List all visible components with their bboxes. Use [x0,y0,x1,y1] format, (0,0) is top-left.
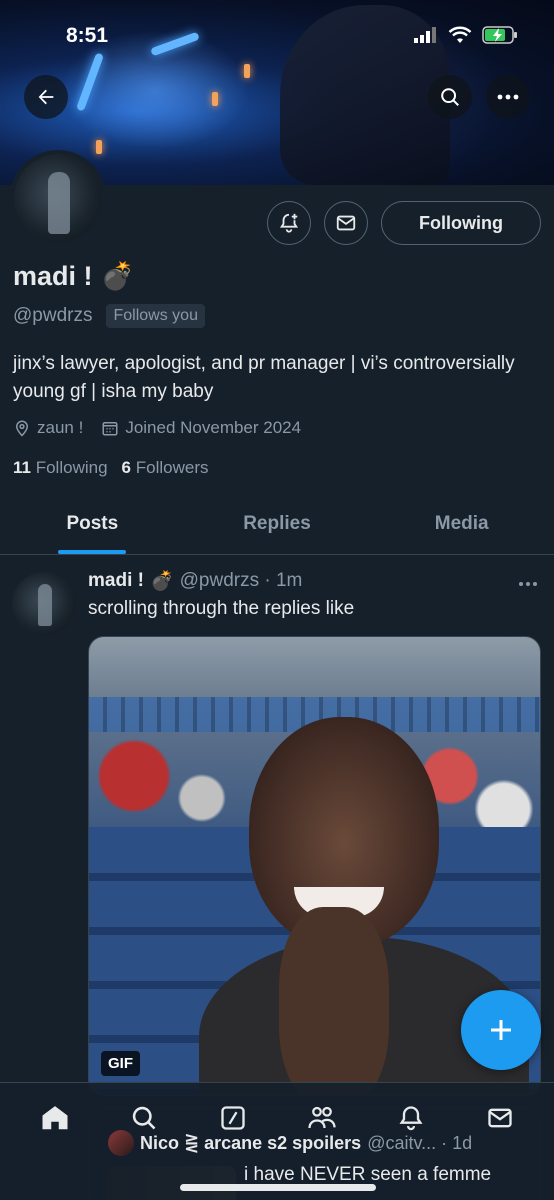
message-button[interactable] [324,201,368,245]
next-post-text: i have NEVER seen a femme [244,1164,492,1185]
compose-grok-icon [220,1106,245,1130]
search-icon [132,1106,155,1130]
nav-messages[interactable] [483,1101,517,1135]
back-button[interactable] [24,75,68,119]
following-stat[interactable]: 11 Following [13,458,108,478]
profile-avatar[interactable] [10,150,106,246]
status-icons [414,26,518,44]
communities-icon [307,1106,336,1129]
following-button[interactable]: Following [381,201,541,245]
avatar-figure [38,584,52,626]
bomb-emoji: 💣 [149,571,174,592]
following-count: 11 [13,458,31,477]
followers-count: 6 [121,458,131,477]
compose-fab-button[interactable] [461,990,541,1070]
followers-label: Followers [135,458,209,477]
bomb-emoji: 💣 [100,261,135,291]
person-hand [279,907,389,1095]
follows-you-badge: Follows you [106,304,205,328]
search-button[interactable] [428,75,472,119]
messages-icon [487,1108,512,1128]
post-avatar[interactable] [12,572,76,636]
tab-media[interactable]: Media [369,494,554,554]
bell-plus-icon [279,213,299,233]
nav-home[interactable] [38,1101,72,1135]
location-item: zaun ! [13,418,83,438]
post-handle-time: @pwdrzs · 1m [179,570,303,591]
display-name-text: madi ! [13,260,93,291]
wifi-icon [448,26,472,43]
tab-posts[interactable]: Posts [0,494,185,554]
handle-row: @pwdrzs Follows you [13,304,205,328]
post-author-name[interactable]: madi ! [88,570,144,592]
joined-text: Joined November 2024 [125,418,302,437]
more-button[interactable] [486,75,530,119]
gif-badge: GIF [101,1051,140,1076]
plus-icon [491,1020,511,1040]
profile-bio: jinx’s lawyer, apologist, and pr manager… [13,353,515,402]
next-post-avatar[interactable] [108,1130,134,1156]
profile-handle: @pwdrzs [13,305,93,326]
back-arrow-icon [38,89,54,105]
post-more-button[interactable] [518,570,538,593]
home-icon [42,1106,67,1130]
envelope-icon [336,215,356,231]
next-post-author[interactable]: Nico ⋛ arcane s2 spoilers [140,1133,361,1154]
post-text: scrolling through the replies like [88,598,355,619]
more-dots-icon [497,94,519,100]
banner-candle [212,92,218,106]
battery-charging-icon [482,26,517,44]
location-pin-icon [15,420,29,437]
status-time: 8:51 [66,24,109,47]
status-bar: 8:51 [0,20,554,54]
notifications-icon [398,1106,423,1131]
following-label: Following [35,458,108,477]
profile-display-name: madi ! 💣 [13,260,134,292]
signal-icon [414,27,436,43]
profile-tabs: Posts Replies Media [0,494,554,555]
avatar-figure [48,172,70,234]
tab-replies[interactable]: Replies [185,494,370,554]
next-post-header: Nico ⋛ arcane s2 spoilers @caitv... · 1d [108,1130,472,1156]
banner-candle [244,64,250,78]
profile-meta: zaun ! Joined November 2024 [13,418,301,438]
next-post-handle-time: @caitv... · 1d [367,1132,473,1153]
calendar-icon [102,422,118,436]
post-header: madi ! 💣 @pwdrzs · 1m [88,569,302,593]
joined-item: Joined November 2024 [101,418,301,438]
more-dots-icon [519,582,537,586]
location-text: zaun ! [37,418,84,437]
home-indicator[interactable] [180,1184,376,1191]
followers-stat[interactable]: 6 Followers [122,458,209,478]
notifications-subscribe-button[interactable] [267,201,311,245]
follow-stats: 11 Following 6 Followers [13,458,208,478]
banner-candle [96,140,102,154]
search-icon [441,88,459,106]
